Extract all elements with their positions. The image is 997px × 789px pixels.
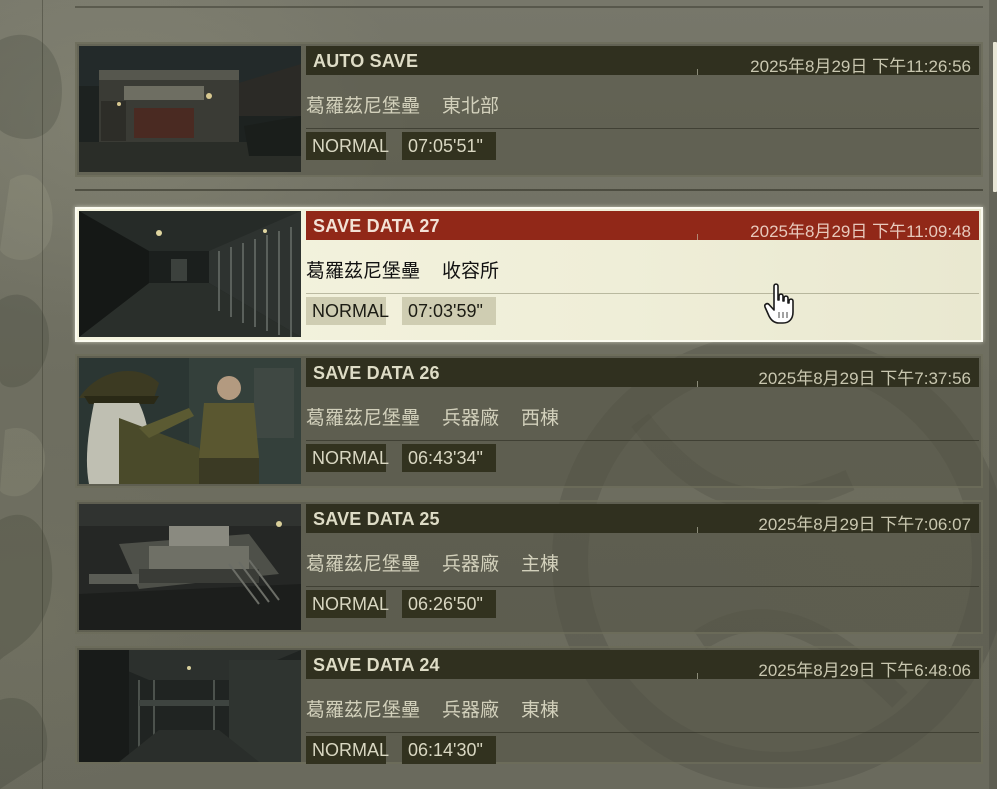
left-rail-line xyxy=(42,0,43,789)
location-area: 葛羅茲尼堡壘 xyxy=(306,553,421,575)
tank-hangar-thumbnail xyxy=(79,504,301,630)
slot-title: SAVE DATA 25 xyxy=(313,509,440,529)
row-rule xyxy=(306,440,979,441)
play-time-tag: 07:05'51" xyxy=(402,132,496,160)
location-area: 葛羅茲尼堡壘 xyxy=(306,260,421,282)
difficulty-tag: NORMAL xyxy=(306,590,389,618)
slot-location: 葛羅茲尼堡壘 收容所 xyxy=(306,256,499,283)
slot-date: 2025年8月29日 下午6:48:06 xyxy=(758,661,971,680)
difficulty-tag: NORMAL xyxy=(306,736,389,764)
slot-header: SAVE DATA 25 2025年8月29日 下午7:06:07 xyxy=(306,504,979,534)
location-section: 西棟 xyxy=(521,407,560,429)
difficulty-tag: NORMAL xyxy=(306,132,389,160)
header-tick xyxy=(697,69,698,75)
location-zone: 收容所 xyxy=(442,260,500,282)
header-tick xyxy=(697,673,698,679)
slot-header: SAVE DATA 24 2025年8月29日 下午6:48:06 xyxy=(306,650,979,680)
warehouse-night-thumbnail xyxy=(79,46,301,172)
slot-date: 2025年8月29日 下午7:06:07 xyxy=(758,515,971,534)
row-rule xyxy=(306,732,979,733)
save-slot-auto[interactable]: AUTO SAVE 2025年8月29日 下午11:26:56 葛羅茲尼堡壘 東北… xyxy=(75,42,983,177)
row-rule xyxy=(306,128,979,129)
slot-date: 2025年8月29日 下午11:09:48 xyxy=(750,222,971,241)
slot-location: 葛羅茲尼堡壘 兵器廠 主棟 xyxy=(306,549,559,576)
location-zone: 兵器廠 xyxy=(442,553,500,575)
play-time-tag: 06:26'50" xyxy=(402,590,496,618)
location-zone: 兵器廠 xyxy=(442,407,500,429)
slot-title: SAVE DATA 24 xyxy=(313,655,440,675)
hand-pointer-icon xyxy=(764,283,794,324)
row-rule xyxy=(306,293,979,294)
slot-title: SAVE DATA 26 xyxy=(313,363,440,383)
play-time-tag: 07:03'59" xyxy=(402,297,496,325)
row-rule xyxy=(306,586,979,587)
section-divider xyxy=(75,189,983,191)
difficulty-tag: NORMAL xyxy=(306,444,389,472)
prison-corridor-thumbnail xyxy=(79,211,301,337)
location-area: 葛羅茲尼堡壘 xyxy=(306,407,421,429)
slot-title: AUTO SAVE xyxy=(313,51,419,71)
save-slot-26[interactable]: SAVE DATA 26 2025年8月29日 下午7:37:56 葛羅茲尼堡壘… xyxy=(75,354,983,488)
officer-salute-thumbnail xyxy=(79,358,301,484)
location-section: 東棟 xyxy=(521,699,560,721)
header-tick xyxy=(697,527,698,533)
difficulty-tag: NORMAL xyxy=(306,297,389,325)
play-time-tag: 06:43'34" xyxy=(402,444,496,472)
header-tick xyxy=(697,234,698,240)
slot-location: 葛羅茲尼堡壘 東北部 xyxy=(306,91,499,118)
header-tick xyxy=(697,381,698,387)
top-rule xyxy=(75,6,983,8)
location-area: 葛羅茲尼堡壘 xyxy=(306,95,421,117)
slot-header: SAVE DATA 26 2025年8月29日 下午7:37:56 xyxy=(306,358,979,388)
save-slot-27[interactable]: SAVE DATA 27 2025年8月29日 下午11:09:48 葛羅茲尼堡… xyxy=(75,207,983,342)
slot-location: 葛羅茲尼堡壘 兵器廠 東棟 xyxy=(306,695,559,722)
slot-header: SAVE DATA 27 2025年8月29日 下午11:09:48 xyxy=(306,211,979,241)
slot-date: 2025年8月29日 下午11:26:56 xyxy=(750,57,971,76)
slot-header: AUTO SAVE 2025年8月29日 下午11:26:56 xyxy=(306,46,979,76)
location-zone: 東北部 xyxy=(442,95,500,117)
location-area: 葛羅茲尼堡壘 xyxy=(306,699,421,721)
slot-title: SAVE DATA 27 xyxy=(313,216,440,236)
slot-location: 葛羅茲尼堡壘 兵器廠 西棟 xyxy=(306,403,559,430)
save-slot-25[interactable]: SAVE DATA 25 2025年8月29日 下午7:06:07 葛羅茲尼堡壘… xyxy=(75,500,983,634)
play-time-tag: 06:14'30" xyxy=(402,736,496,764)
location-zone: 兵器廠 xyxy=(442,699,500,721)
slot-date: 2025年8月29日 下午7:37:56 xyxy=(758,369,971,388)
location-section: 主棟 xyxy=(521,553,560,575)
factory-interior-thumbnail xyxy=(79,650,301,762)
scrollbar-thumb[interactable] xyxy=(993,42,997,192)
save-slot-24[interactable]: SAVE DATA 24 2025年8月29日 下午6:48:06 葛羅茲尼堡壘… xyxy=(75,646,983,764)
